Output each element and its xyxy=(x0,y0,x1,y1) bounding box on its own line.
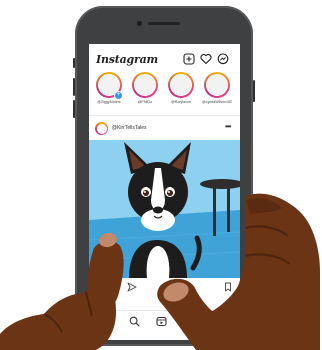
messenger-icon[interactable] xyxy=(217,53,229,65)
stories-row: + @ZiggyMoters @PhilGo @Rorylavon @Lynea… xyxy=(89,72,240,112)
dog-illustration xyxy=(89,140,240,278)
app-logo: Instagram xyxy=(96,53,158,66)
story-item[interactable]: @PhilGo xyxy=(129,72,161,104)
heart-icon[interactable] xyxy=(200,53,212,65)
app-header: Instagram xyxy=(89,44,240,70)
story-ring xyxy=(132,72,158,98)
nav-divider xyxy=(89,310,240,311)
reels-icon[interactable] xyxy=(156,316,167,327)
story-item[interactable]: @Rorylavon xyxy=(165,72,197,104)
story-username: @ZiggyMoters xyxy=(97,100,121,104)
bookmark-icon[interactable] xyxy=(223,282,233,292)
story-username: @Rorylavon xyxy=(171,100,191,104)
phone-power-button xyxy=(253,80,255,102)
more-options-icon[interactable]: ••• xyxy=(225,122,231,131)
new-post-icon[interactable] xyxy=(183,53,195,65)
add-story-icon[interactable]: + xyxy=(114,91,123,100)
front-camera xyxy=(137,21,142,26)
story-ring xyxy=(168,72,194,98)
stories-divider xyxy=(89,115,240,116)
phone-volume-down xyxy=(73,100,75,118)
post-image[interactable] xyxy=(89,140,240,278)
post-actions xyxy=(89,282,240,296)
story-item[interactable]: @LyneaWilson182 xyxy=(201,72,233,104)
story-item[interactable]: + @ZiggyMoters xyxy=(93,72,125,104)
post-username[interactable]: @KirrTellsTales xyxy=(112,125,147,131)
post-avatar[interactable] xyxy=(95,122,108,135)
story-username: @LyneaWilson182 xyxy=(201,100,233,104)
phone-mute-switch xyxy=(73,58,75,68)
story-ring xyxy=(204,72,230,98)
phone-volume-up xyxy=(73,78,75,96)
phone-screen: Instagram + @ZiggyMoters @PhilGo @Roryla… xyxy=(89,44,240,340)
search-icon[interactable] xyxy=(129,316,140,327)
bottom-nav xyxy=(89,312,240,334)
post-header: @KirrTellsTales ••• xyxy=(89,120,240,138)
story-username: @PhilGo xyxy=(137,100,153,104)
send-icon[interactable] xyxy=(127,282,137,292)
profile-icon[interactable] xyxy=(212,316,223,327)
earpiece-speaker xyxy=(148,22,180,25)
